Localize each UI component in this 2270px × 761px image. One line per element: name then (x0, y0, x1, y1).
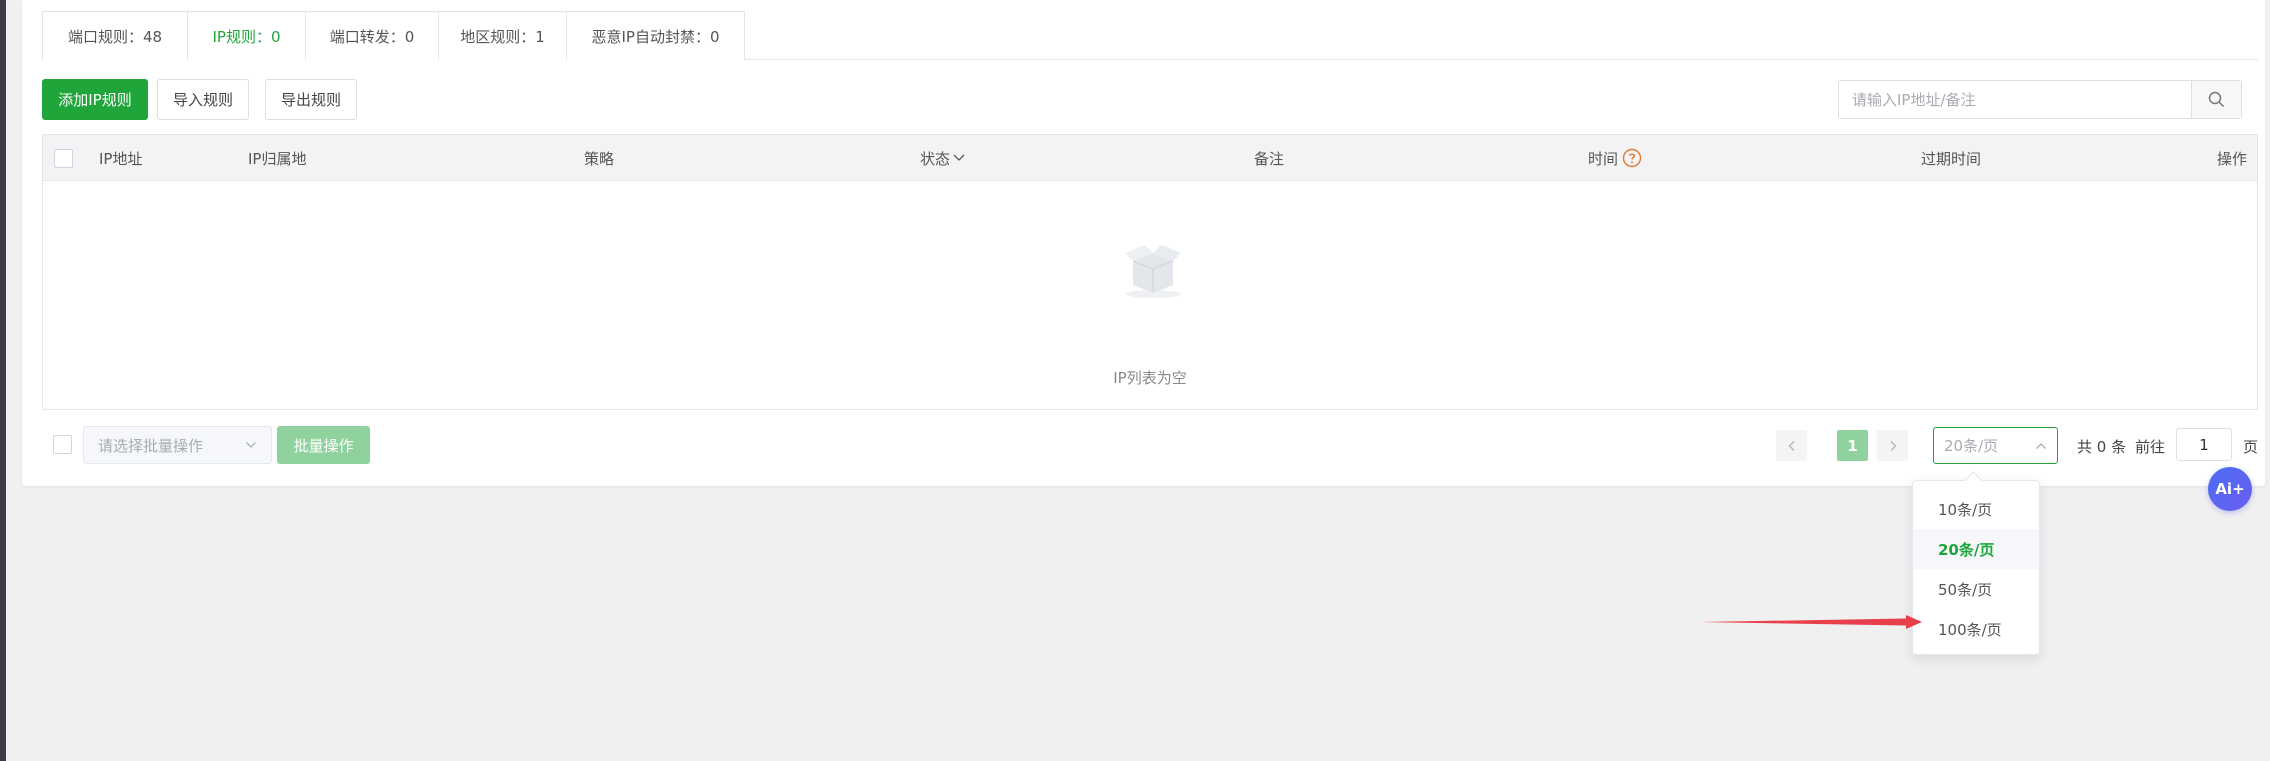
left-edge-strip (0, 0, 6, 761)
next-page-button[interactable] (1877, 430, 1908, 461)
page-suffix: 页 (2243, 438, 2259, 456)
column-expire-time: 过期时间 (1921, 149, 1982, 168)
page-size-option-100[interactable]: 100条/页 (1913, 609, 2039, 649)
export-rules-button[interactable]: 导出规则 (265, 79, 357, 120)
chevron-down-icon (953, 154, 965, 161)
search-input[interactable] (1839, 81, 2191, 118)
search-icon (2208, 91, 2225, 108)
page-size-dropdown: 10条/页 20条/页 50条/页 100条/页 (1912, 480, 2040, 655)
add-ip-rule-button[interactable]: 添加IP规则 (42, 79, 148, 120)
empty-state: IP列表为空 (43, 181, 2257, 410)
column-ip-address: IP地址 (99, 149, 143, 168)
search-button[interactable] (2191, 81, 2241, 118)
column-actions: 操作 (2216, 149, 2247, 168)
rule-tabs: 端口规则：48 IP规则：0 端口转发：0 地区规则：1 恶意IP自动封禁：0 (42, 11, 2258, 60)
tab-port-rules[interactable]: 端口规则：48 (42, 11, 188, 60)
empty-box-icon (1125, 245, 1181, 298)
total-count: 共 0 条 (2077, 438, 2127, 456)
search-box (1838, 80, 2242, 119)
page-size-select[interactable]: 20条/页 (1933, 427, 2058, 464)
select-all-checkbox[interactable] (54, 148, 73, 168)
ip-rules-table: IP地址 IP归属地 策略 状态 备注 时间 过期时间 操作 IP列表为空 (42, 134, 2258, 410)
column-ip-location: IP归属地 (248, 149, 307, 168)
page-size-option-50[interactable]: 50条/页 (1913, 569, 2039, 609)
table-header: IP地址 IP归属地 策略 状态 备注 时间 过期时间 操作 (43, 135, 2257, 181)
batch-operation-placeholder: 请选择批量操作 (98, 436, 204, 455)
column-status[interactable]: 状态 (920, 135, 966, 181)
prev-page-button[interactable] (1776, 430, 1807, 461)
column-time: 时间 (1588, 135, 1642, 181)
chevron-down-icon (246, 442, 256, 448)
page-size-option-10[interactable]: 10条/页 (1913, 489, 2039, 529)
chevron-up-icon (2036, 442, 2046, 449)
empty-text: IP列表为空 (1113, 369, 1187, 387)
select-all-cell (54, 135, 73, 181)
column-remark: 备注 (1254, 149, 1285, 168)
batch-operation-select[interactable]: 请选择批量操作 (83, 426, 272, 464)
goto-page-input[interactable] (2176, 428, 2232, 461)
page-size-option-20[interactable]: 20条/页 (1913, 529, 2039, 569)
batch-operation-button[interactable]: 批量操作 (277, 426, 370, 464)
column-policy: 策略 (584, 149, 615, 168)
column-status-label: 状态 (920, 149, 951, 168)
import-rules-button[interactable]: 导入规则 (157, 79, 249, 120)
page-number-1[interactable]: 1 (1837, 430, 1868, 461)
page-size-value: 20条/页 (1944, 437, 1999, 455)
tab-ip-rules[interactable]: IP规则：0 (188, 11, 306, 60)
annotation-arrow (1700, 615, 1922, 629)
ai-assistant-button[interactable]: Ai+ (2208, 467, 2252, 511)
help-question-icon[interactable] (1622, 148, 1642, 168)
ip-rules-panel: 端口规则：48 IP规则：0 端口转发：0 地区规则：1 恶意IP自动封禁：0 … (22, 0, 2265, 486)
batch-select-checkbox[interactable] (53, 435, 72, 454)
tab-port-forward[interactable]: 端口转发：0 (306, 11, 439, 60)
tab-region-rules[interactable]: 地区规则：1 (439, 11, 567, 60)
chevron-left-icon (1788, 440, 1794, 451)
goto-label: 前往 (2135, 438, 2166, 456)
column-time-label: 时间 (1588, 149, 1619, 168)
tab-malicious-ip-ban[interactable]: 恶意IP自动封禁：0 (567, 11, 745, 60)
chevron-right-icon (1890, 440, 1896, 451)
